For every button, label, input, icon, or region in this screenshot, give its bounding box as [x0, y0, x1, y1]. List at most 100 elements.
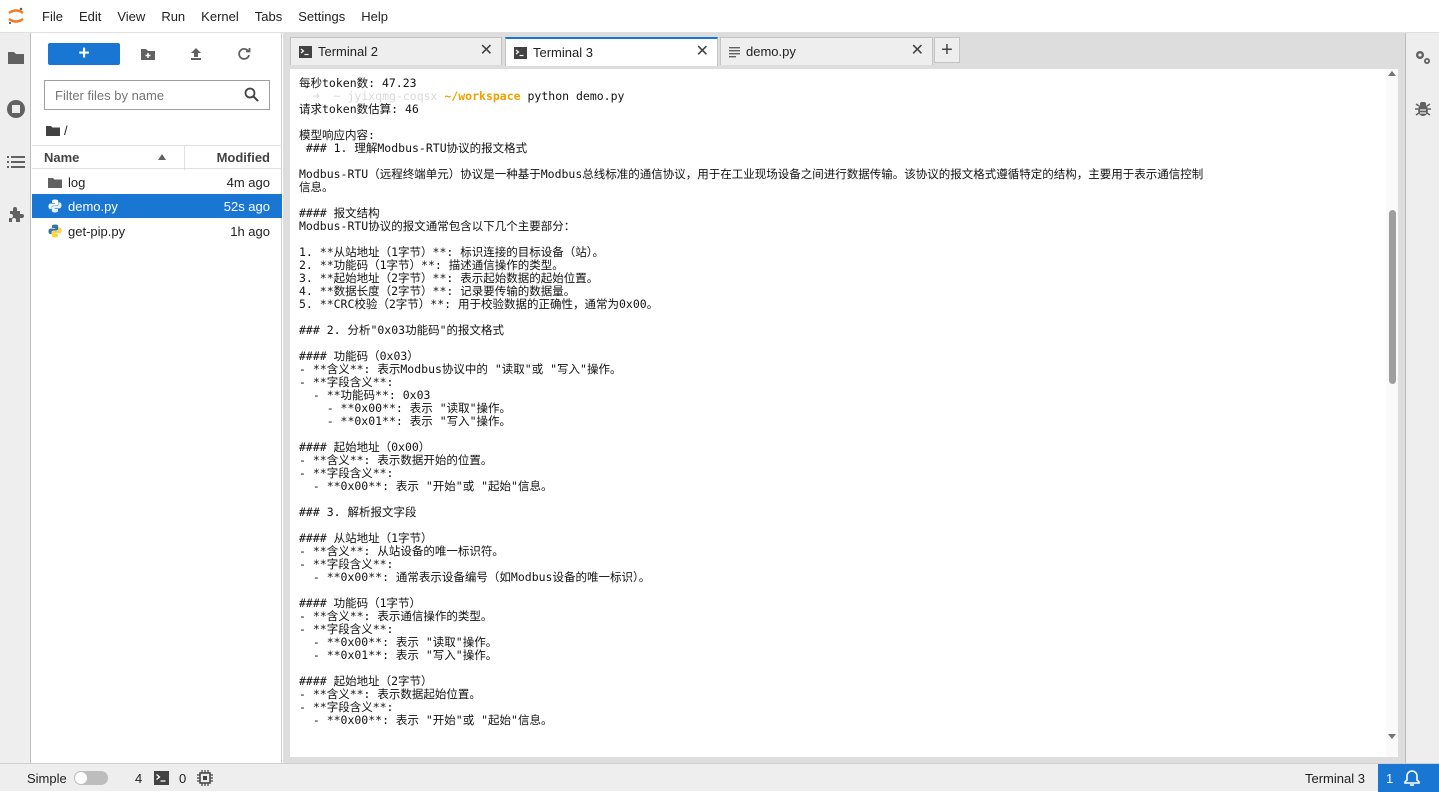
- terminal-panel[interactable]: 每秒token数: 47.23 ➜ ~ jyixqmg-coqsx ~/work…: [290, 69, 1398, 757]
- scroll-up-icon[interactable]: [1388, 71, 1396, 76]
- property-inspector-gear-icon[interactable]: [1406, 43, 1439, 71]
- terminal-line: 4. **数据长度（2字节）**: 记录要传输的数据量。: [299, 285, 576, 298]
- menu-edit[interactable]: Edit: [71, 0, 109, 33]
- terminal-line: ### 3. 解析报文字段: [299, 506, 417, 519]
- notifications-button[interactable]: 1: [1378, 764, 1439, 792]
- menu-kernel[interactable]: Kernel: [193, 0, 247, 33]
- terminal-line: - **0x00**: 表示 "开始"或 "起始"信息。: [299, 714, 553, 727]
- extension-icon[interactable]: [0, 201, 31, 229]
- python-file-icon: [46, 224, 64, 238]
- menu-settings[interactable]: Settings: [290, 0, 353, 33]
- terminal-scrollbar[interactable]: [1386, 69, 1398, 757]
- folder-icon[interactable]: [0, 43, 31, 71]
- kernels-count[interactable]: 0: [179, 764, 186, 792]
- terminal-line: - **字段含义**:: [299, 701, 394, 714]
- name-column-header[interactable]: Name: [44, 150, 79, 165]
- modified-column-header[interactable]: Modified: [217, 150, 270, 165]
- home-folder-icon[interactable]: [46, 125, 60, 136]
- menu-file[interactable]: File: [34, 0, 71, 33]
- file-modified: 52s ago: [223, 198, 270, 214]
- terminal-line: - **0x01**: 表示 "写入"操作。: [299, 415, 512, 428]
- tab-label: demo.py: [746, 44, 796, 59]
- terminal-prompt-line: ➜ ~ jyixqmg-coqsx ~/workspace python dem…: [299, 90, 1384, 103]
- terminals-count[interactable]: 4: [135, 764, 142, 792]
- debugger-bug-icon[interactable]: [1406, 95, 1439, 123]
- terminal-line: - **0x00**: 表示 "读取"操作。: [299, 636, 498, 649]
- terminal-line: ### 1. 理解Modbus-RTU协议的报文格式: [299, 142, 528, 155]
- file-list-header: Name Modified: [32, 145, 282, 170]
- tab-terminal-2[interactable]: Terminal 2 ✕: [290, 37, 502, 65]
- tab-terminal-3[interactable]: Terminal 3 ✕: [505, 37, 718, 66]
- close-tab-icon[interactable]: ✕: [480, 43, 493, 59]
- simple-mode-toggle[interactable]: [74, 764, 108, 792]
- filter-files-field[interactable]: [44, 80, 270, 110]
- terminal-line: - **字段含义**:: [299, 467, 394, 480]
- terminal-line: 5. **CRC校验（2字节）**: 用于校验数据的正确性，通常为0x00。: [299, 298, 659, 311]
- terminal-line: - **字段含义**:: [299, 623, 394, 636]
- terminal-line: ### 2. 分析"0x03功能码"的报文格式: [299, 324, 505, 337]
- terminal-line: #### 起始地址（0x00）: [299, 441, 431, 454]
- terminal-line: - **字段含义**:: [299, 558, 394, 571]
- add-tab-button[interactable]: +: [934, 37, 960, 63]
- terminal-line: 每秒token数: 47.23: [299, 77, 417, 90]
- menu-view[interactable]: View: [109, 0, 153, 33]
- terminal-line: 信息。: [299, 181, 334, 194]
- terminal-line: - **0x00**: 表示 "读取"操作。: [299, 402, 512, 415]
- kernel-status-icon[interactable]: [197, 764, 213, 792]
- right-activity-bar: [1405, 33, 1439, 763]
- table-of-contents-icon[interactable]: [0, 148, 31, 176]
- scroll-down-icon[interactable]: [1388, 734, 1396, 739]
- menu-help[interactable]: Help: [353, 0, 396, 33]
- terminal-line: - **字段含义**:: [299, 376, 394, 389]
- terminal-line: - **含义**: 表示Modbus协议中的 "读取"或 "写入"操作。: [299, 363, 622, 376]
- file-name: log: [68, 174, 86, 190]
- terminal-output: 每秒token数: 47.23 ➜ ~ jyixqmg-coqsx ~/work…: [299, 77, 1384, 727]
- refresh-icon[interactable]: [232, 43, 256, 65]
- column-divider[interactable]: [184, 146, 185, 170]
- notifications-count: 1: [1386, 770, 1394, 786]
- menu-bar: File Edit View Run Kernel Tabs Settings Help: [0, 0, 1439, 33]
- active-document-label: Terminal 3: [1305, 770, 1365, 786]
- running-sessions-icon[interactable]: [0, 95, 31, 123]
- file-name: get-pip.py: [68, 223, 126, 239]
- new-launcher-button[interactable]: +: [48, 43, 120, 65]
- breadcrumb-root[interactable]: /: [64, 123, 68, 138]
- terminal-line: - **含义**: 表示数据开始的位置。: [299, 454, 493, 467]
- close-tab-icon[interactable]: ✕: [696, 44, 709, 60]
- file-row-log[interactable]: log 4m ago: [32, 170, 282, 194]
- breadcrumb[interactable]: /: [46, 120, 68, 140]
- filter-files-input[interactable]: [53, 86, 233, 104]
- file-browser-toolbar: +: [32, 33, 281, 73]
- prompt-command: python demo.py: [520, 90, 625, 103]
- menu-tabs[interactable]: Tabs: [247, 0, 290, 33]
- menu-run[interactable]: Run: [153, 0, 193, 33]
- file-name: demo.py: [68, 198, 118, 214]
- prompt-directory: ~/workspace: [437, 90, 521, 103]
- terminal-line: #### 功能码（1字节）: [299, 597, 422, 610]
- main-dock-area: Terminal 2 ✕ Terminal 3 ✕ demo.py ✕ + 每秒…: [283, 33, 1405, 763]
- terminal-line: - **0x01**: 表示 "写入"操作。: [299, 649, 498, 662]
- tab-label: Terminal 2: [318, 44, 378, 59]
- terminal-line: 1. **从站地址（1字节）**: 标识连接的目标设备（站）。: [299, 246, 604, 259]
- terminal-line: 2. **功能码（1字节）**: 描述通信操作的类型。: [299, 259, 564, 272]
- search-icon: [244, 87, 259, 105]
- bell-icon: [1403, 769, 1421, 787]
- new-folder-icon[interactable]: [136, 43, 160, 65]
- terminal-line: - **含义**: 表示通信操作的类型。: [299, 610, 493, 623]
- close-tab-icon[interactable]: ✕: [911, 43, 924, 59]
- terminal-icon: [514, 46, 527, 59]
- jupyter-logo-icon[interactable]: [0, 0, 32, 33]
- terminal-status-icon[interactable]: [154, 764, 169, 792]
- terminal-line: #### 功能码（0x03）: [299, 350, 419, 363]
- tab-bar: Terminal 2 ✕ Terminal 3 ✕ demo.py ✕ +: [283, 33, 1405, 66]
- scrollbar-thumb[interactable]: [1389, 210, 1396, 384]
- left-activity-bar: [0, 33, 31, 763]
- tab-demo-py[interactable]: demo.py ✕: [720, 37, 933, 65]
- file-row-demo-py[interactable]: demo.py 52s ago: [32, 194, 282, 218]
- upload-icon[interactable]: [184, 43, 208, 65]
- file-row-get-pip-py[interactable]: get-pip.py 1h ago: [32, 219, 282, 243]
